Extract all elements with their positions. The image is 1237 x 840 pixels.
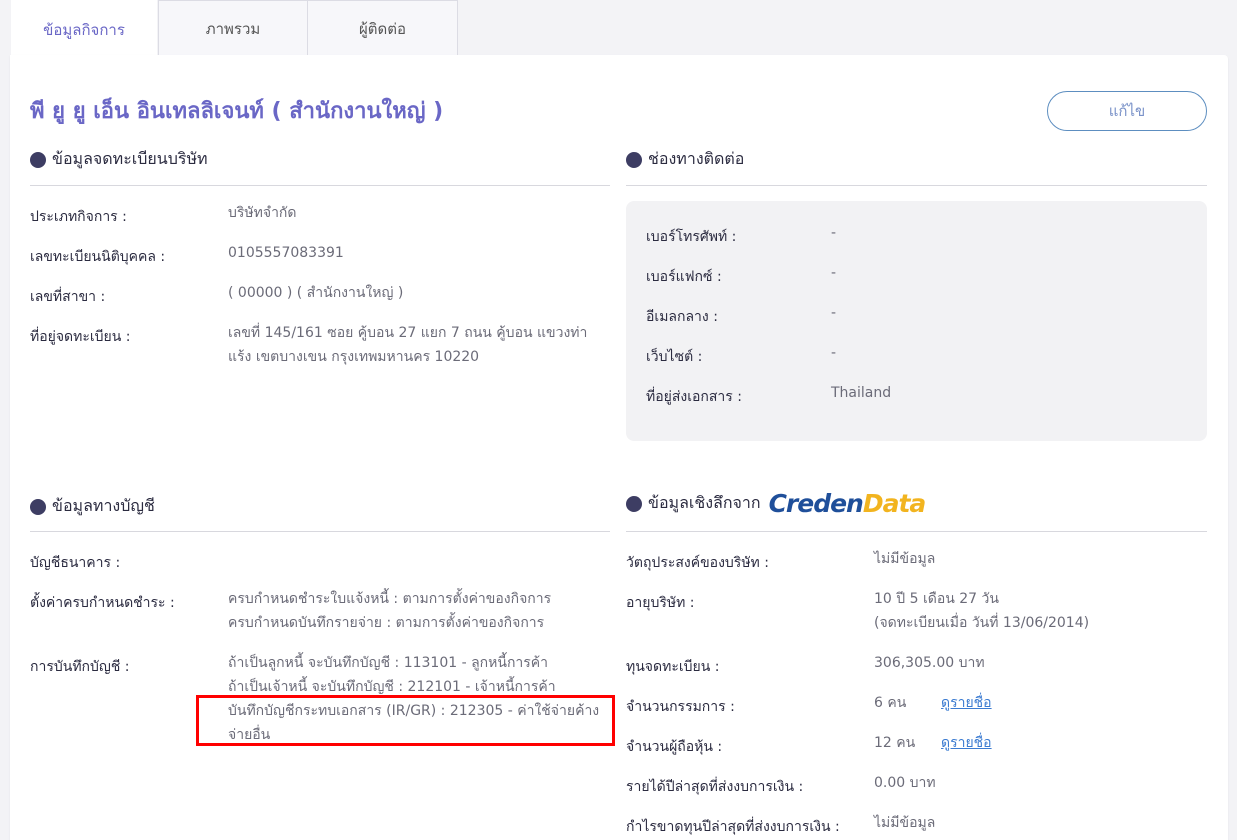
tab-label: ผู้ติดต่อ	[358, 19, 407, 38]
label-fax: เบอร์แฟกซ์ :	[646, 269, 722, 285]
value-phone: -	[831, 225, 837, 241]
section-accounting-heading: ข้อมูลทางบัญชี	[30, 494, 155, 519]
value-registered-address: เลขที่ 145/161 ซอย คู้บอน 27 แยก 7 ถนน ค…	[228, 321, 608, 369]
section-title: ข้อมูลเชิงลึกจาก	[648, 493, 761, 512]
section-insight-heading: ข้อมูลเชิงลึกจาก CredenData	[626, 489, 927, 518]
value-branch-number: ( 00000 ) ( สำนักงานใหญ่ )	[228, 285, 404, 301]
label-branch-number: เลขที่สาขา :	[30, 289, 106, 305]
label-registered-address: ที่อยู่จดทะเบียน :	[30, 329, 131, 345]
edit-button[interactable]: แก้ไข	[1047, 91, 1207, 131]
value-business-type: บริษัทจำกัด	[228, 205, 297, 221]
tab-overview[interactable]: ภาพรวม	[158, 0, 308, 56]
logo-part-1: Creden	[768, 489, 864, 518]
value-email: -	[831, 305, 837, 321]
highlight-box	[196, 695, 615, 746]
section-contact-heading: ช่องทางติดต่อ	[626, 147, 744, 172]
address-line-1: เลขที่ 145/161 ซอย คู้บอน 27 แยก 7 ถนน ค…	[228, 325, 588, 341]
label-directors-count: จำนวนกรรมการ :	[626, 699, 735, 715]
divider	[30, 531, 610, 532]
section-title: ข้อมูลทางบัญชี	[52, 496, 155, 515]
divider	[30, 185, 610, 186]
record-line-1: ถ้าเป็นลูกหนี้ จะบันทึกบัญชี : 113101 - …	[228, 655, 549, 671]
address-line-2: แร้ง เขตบางเขน กรุงเทพมหานคร 10220	[228, 349, 480, 365]
page-title: พี ยู ยู เอ็น อินเทลลิเจนท์ ( สำนักงานให…	[30, 99, 444, 124]
label-account-recording: การบันทึกบัญชี :	[30, 659, 130, 675]
value-shareholders-count: 12 คน	[874, 735, 916, 751]
bullet-dot-icon	[626, 151, 642, 168]
value-directors-count: 6 คน	[874, 695, 907, 711]
label-registered-capital: ทุนจดทะเบียน :	[626, 659, 720, 675]
value-registration-number: 0105557083391	[228, 245, 344, 261]
bullet-dot-icon	[626, 495, 642, 512]
section-title: ช่องทางติดต่อ	[648, 149, 745, 168]
divider	[626, 185, 1207, 186]
section-registration-heading: ข้อมูลจดทะเบียนบริษัท	[30, 147, 208, 172]
value-due-settings: ครบกำหนดชำระใบแจ้งหนี้ : ตามการตั้งค่าขอ…	[228, 587, 551, 635]
tab-bar: ข้อมูลกิจการ ภาพรวม ผู้ติดต่อ	[10, 0, 458, 57]
value-fax: -	[831, 265, 837, 281]
view-shareholders-link[interactable]: ดูรายชื่อ	[941, 731, 992, 755]
bullet-dot-icon	[30, 151, 46, 168]
value-registered-capital: 306,305.00 บาท	[874, 655, 985, 671]
tab-contacts[interactable]: ผู้ติดต่อ	[308, 0, 458, 56]
value-mailing-address: Thailand	[831, 385, 892, 401]
value-latest-revenue: 0.00 บาท	[874, 775, 936, 791]
label-bank-account: บัญชีธนาคาร :	[30, 555, 121, 571]
label-due-settings: ตั้งค่าครบกำหนดชำระ :	[30, 595, 175, 611]
credendata-logo: CredenData	[768, 489, 927, 518]
tab-label: ภาพรวม	[205, 19, 261, 38]
section-title: ข้อมูลจดทะเบียนบริษัท	[52, 149, 208, 168]
label-website: เว็บไซต์ :	[646, 349, 703, 365]
tab-label: ข้อมูลกิจการ	[43, 21, 125, 39]
age-line-2: (จดทะเบียนเมื่อ วันที่ 13/06/2014)	[874, 615, 1090, 631]
label-mailing-address: ที่อยู่ส่งเอกสาร :	[646, 389, 742, 405]
value-website: -	[831, 345, 837, 361]
logo-part-2: Data	[862, 489, 926, 518]
divider	[626, 531, 1207, 532]
due-line-2: ครบกำหนดบันทึกรายจ่าย : ตามการตั้งค่าของ…	[228, 615, 545, 631]
view-directors-link[interactable]: ดูรายชื่อ	[941, 691, 992, 715]
label-latest-revenue: รายได้ปีล่าสุดที่ส่งงบการเงิน :	[626, 779, 804, 795]
label-company-purpose: วัตถุประสงค์ของบริษัท :	[626, 555, 769, 571]
value-latest-profit: ไม่มีข้อมูล	[874, 815, 936, 831]
age-line-1: 10 ปี 5 เดือน 27 วัน	[874, 591, 999, 607]
value-company-age: 10 ปี 5 เดือน 27 วัน (จดทะเบียนเมื่อ วัน…	[874, 587, 1089, 635]
value-company-purpose: ไม่มีข้อมูล	[874, 551, 936, 567]
label-latest-profit: กำไรขาดทุนปีล่าสุดที่ส่งงบการเงิน :	[626, 819, 840, 835]
label-business-type: ประเภทกิจการ :	[30, 209, 127, 225]
label-email: อีเมลกลาง :	[646, 309, 718, 325]
content-card: พี ยู ยู เอ็น อินเทลลิเจนท์ ( สำนักงานให…	[10, 55, 1228, 840]
label-phone: เบอร์โทรศัพท์ :	[646, 229, 737, 245]
label-company-age: อายุบริษัท :	[626, 595, 695, 611]
bullet-dot-icon	[30, 498, 46, 515]
tab-business-info[interactable]: ข้อมูลกิจการ	[10, 0, 158, 57]
due-line-1: ครบกำหนดชำระใบแจ้งหนี้ : ตามการตั้งค่าขอ…	[228, 591, 552, 607]
label-registration-number: เลขทะเบียนนิติบุคคล :	[30, 249, 166, 265]
label-shareholders-count: จำนวนผู้ถือหุ้น :	[626, 739, 723, 755]
